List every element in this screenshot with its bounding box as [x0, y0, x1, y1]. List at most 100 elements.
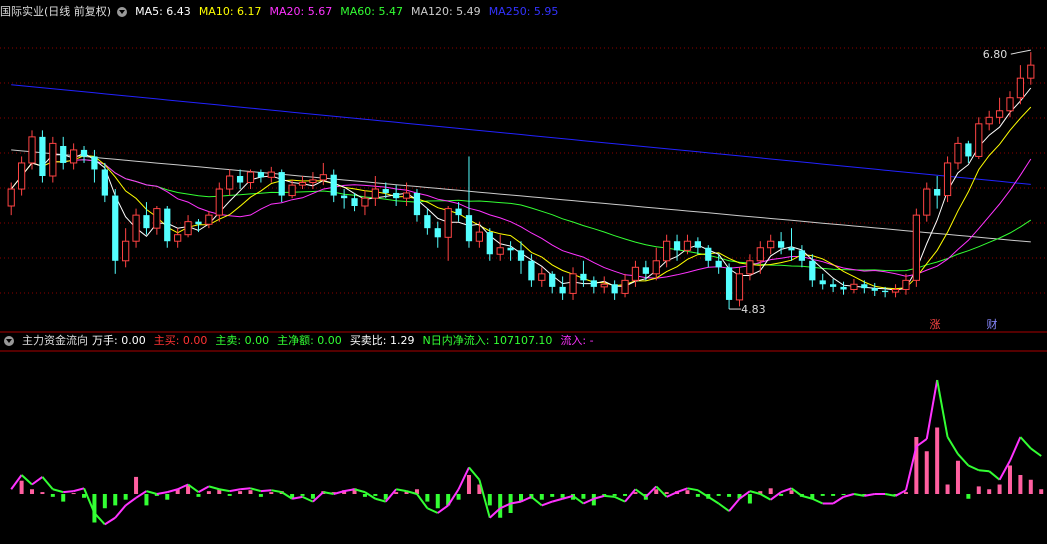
- flow-bar: [362, 494, 367, 497]
- candle-body: [642, 267, 649, 274]
- net-amount-label: 主净额: 0.00: [277, 334, 342, 347]
- candle-body: [298, 182, 307, 186]
- candle-body: [28, 136, 36, 164]
- flow-bar: [196, 494, 201, 497]
- flow-bar: [654, 489, 659, 494]
- candle-body: [17, 162, 26, 190]
- flow-bar: [747, 494, 752, 504]
- flow-bar: [727, 494, 732, 497]
- candle-body: [673, 241, 681, 251]
- dropdown-arrow-icon[interactable]: [117, 7, 128, 17]
- flow-bar: [841, 494, 846, 495]
- flow-bar: [165, 494, 170, 500]
- flow-line-segment: [104, 516, 116, 526]
- flow-line-segment: [114, 504, 127, 519]
- flow-line-segment: [1030, 447, 1042, 457]
- candle-body: [725, 267, 733, 300]
- flow-bar: [716, 494, 721, 496]
- flow-bar: [30, 489, 35, 494]
- candle-body: [1016, 77, 1025, 99]
- candle-body: [580, 273, 587, 281]
- flow-line-segment: [239, 487, 251, 491]
- flow-bar: [82, 494, 87, 498]
- candle-body: [549, 273, 556, 287]
- flow-bar: [206, 491, 211, 494]
- zhang-tag[interactable]: 涨: [928, 318, 942, 332]
- flow-bar: [695, 494, 700, 497]
- candle-body: [840, 286, 847, 290]
- ma250-line: [11, 84, 1031, 185]
- inflow-label: 流入: -: [560, 334, 594, 347]
- candle-body: [871, 288, 878, 291]
- candle-body: [788, 247, 795, 251]
- candle-body: [985, 116, 993, 125]
- candle-body: [101, 169, 108, 196]
- flow-bar: [19, 480, 24, 494]
- high-pointer: [1010, 49, 1031, 55]
- candle-body: [652, 260, 660, 275]
- flow-bar: [373, 494, 378, 496]
- flow-bar: [789, 490, 794, 494]
- flow-line-segment: [687, 487, 699, 492]
- candle-body: [164, 208, 171, 242]
- candle-body: [663, 240, 671, 262]
- flow-bar: [997, 484, 1002, 494]
- candle-body: [954, 142, 962, 164]
- candle-body: [850, 283, 858, 290]
- candle-body: [257, 172, 265, 178]
- candle-body: [143, 215, 150, 229]
- candle-body: [486, 232, 493, 255]
- flow-bar: [300, 494, 305, 496]
- flow-bar: [560, 494, 565, 498]
- candle-body: [975, 123, 983, 157]
- cai-tag[interactable]: 财: [985, 318, 999, 332]
- flow-line-segment: [426, 507, 439, 514]
- candle-body: [965, 143, 972, 157]
- flow-line-segment: [208, 485, 220, 491]
- high-price-label: 6.80: [983, 48, 1008, 61]
- sub-chart-header: 主力资金流向 万手: 0.00 主买: 0.00 主卖: 0.00 主净额: 0…: [0, 332, 602, 350]
- flow-line-segment: [229, 488, 241, 493]
- flow-bar: [539, 494, 544, 500]
- flow-bar: [498, 494, 503, 518]
- flow-line-segment: [707, 496, 720, 505]
- flow-line-segment: [614, 495, 626, 503]
- flow-line-segment: [604, 494, 615, 498]
- candle-body: [122, 240, 130, 262]
- candle-body: [341, 195, 348, 199]
- candlestick-chart[interactable]: 6.80 4.83: [0, 18, 1047, 333]
- flow-line-segment: [967, 464, 980, 472]
- flow-bar: [258, 494, 263, 497]
- flow-bar: [955, 460, 960, 494]
- flow-line-segment: [832, 496, 845, 505]
- flow-line-segment: [146, 490, 158, 495]
- flow-bar: [238, 491, 243, 494]
- candle-body: [236, 176, 244, 183]
- flow-bar: [1007, 465, 1012, 494]
- money-flow-chart[interactable]: [0, 350, 1047, 542]
- flow-bar: [976, 486, 981, 494]
- flow-bar: [1018, 475, 1023, 494]
- candle-body: [444, 208, 452, 238]
- candle-body: [184, 221, 192, 236]
- candle-body: [246, 171, 255, 184]
- net-inflow-label: N日内净流入: 107107.10: [422, 334, 553, 347]
- dropdown-arrow-icon[interactable]: [4, 336, 14, 346]
- flow-bar: [903, 492, 908, 494]
- candle-body: [830, 284, 837, 287]
- flow-bar: [581, 494, 586, 499]
- flow-bar: [40, 492, 45, 494]
- candle-body: [361, 197, 369, 207]
- flow-line-segment: [41, 476, 54, 490]
- candle-body: [902, 279, 910, 290]
- wanshou-label: 万手: 0.00: [92, 334, 146, 347]
- flow-line-segment: [156, 491, 168, 495]
- flow-line-segment: [271, 489, 282, 494]
- candle-body: [455, 208, 462, 216]
- candle-body: [943, 162, 952, 197]
- flow-bar: [123, 494, 128, 500]
- indicator-title[interactable]: 主力资金流向: [22, 332, 88, 350]
- flow-bar: [466, 475, 471, 494]
- flow-bar: [61, 494, 66, 502]
- flow-bar: [685, 490, 690, 494]
